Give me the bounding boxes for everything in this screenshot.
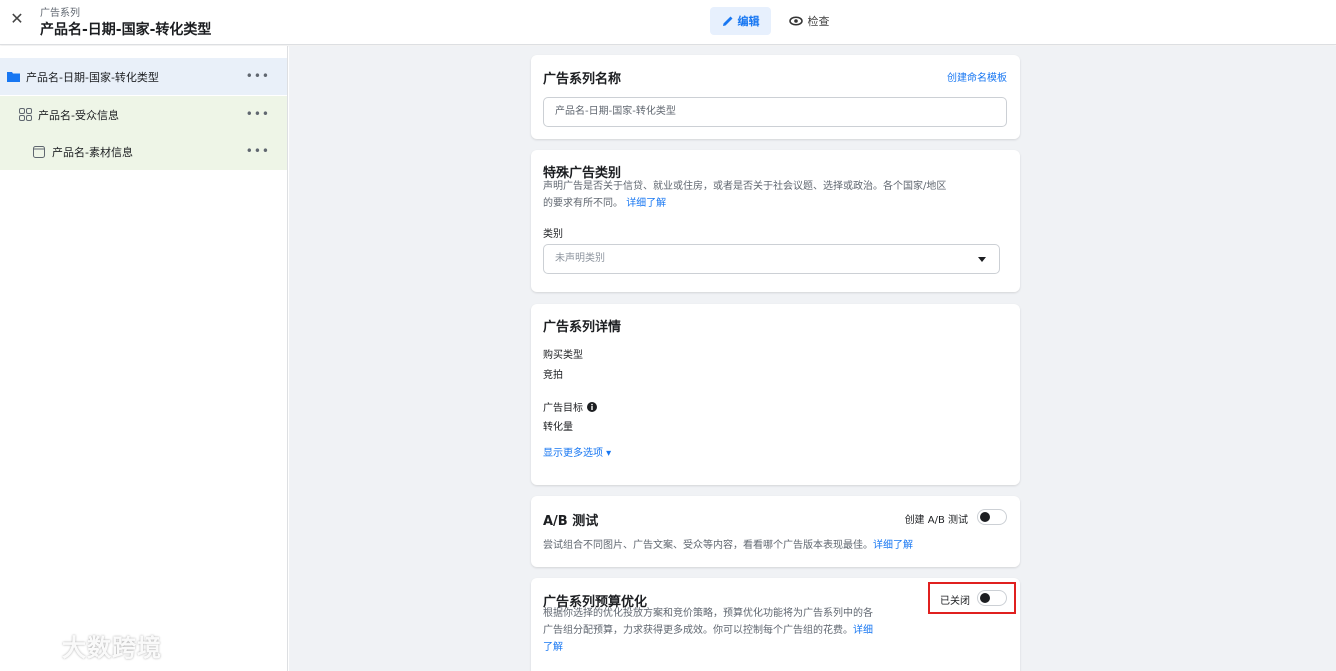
campaign-name-card: 广告系列名称 创建命名模板 产品名-日期-国家-转化类型 bbox=[531, 55, 1020, 139]
sidebar-item-label: 产品名-受众信息 bbox=[38, 108, 119, 122]
chevron-down-icon bbox=[978, 257, 986, 262]
sidebar-item-ad[interactable]: 产品名-素材信息 ••• bbox=[0, 133, 287, 170]
highlight-annotation bbox=[928, 582, 1016, 614]
ad-icon bbox=[32, 145, 46, 159]
more-icon[interactable]: ••• bbox=[246, 107, 270, 121]
logo-icon bbox=[13, 633, 52, 658]
learn-more-link[interactable]: 详细了解 bbox=[626, 198, 666, 209]
ab-test-description: 尝试组合不同图片、广告文案、受众等内容，看看哪个广告版本表现最佳。详细了解 bbox=[543, 540, 913, 551]
page-title: 产品名-日期-国家-转化类型 bbox=[40, 22, 212, 38]
budget-opt-description: 根据你选择的优化投放方案和竞价策略，预算优化功能将为广告系列中的各 广告组分配预… bbox=[543, 605, 933, 656]
card-title: 广告系列详情 bbox=[543, 320, 622, 335]
ab-test-toggle[interactable] bbox=[977, 509, 1007, 525]
buy-type-label: 购买类型 bbox=[543, 350, 583, 361]
ab-test-toggle-label: 创建 A/B 测试 bbox=[904, 515, 968, 526]
folder-icon bbox=[6, 70, 20, 84]
top-bar: ✕ 广告系列 产品名-日期-国家-转化类型 编辑 检查 bbox=[0, 0, 1336, 45]
tab-review-label: 检查 bbox=[807, 15, 830, 28]
special-category-description: 声明广告是否关于信贷、就业或住房，或者是否关于社会议题、选择或政治。各个国家/地… bbox=[543, 181, 947, 209]
campaign-name-input[interactable]: 产品名-日期-国家-转化类型 bbox=[543, 97, 1007, 127]
objective-label: 广告目标 bbox=[543, 399, 597, 414]
eye-icon bbox=[788, 16, 803, 26]
learn-more-link[interactable]: 详细了解 bbox=[873, 540, 913, 551]
watermark-text: 大数跨境 bbox=[62, 634, 162, 662]
close-icon[interactable]: ✕ bbox=[9, 10, 25, 28]
grid-icon bbox=[18, 108, 32, 122]
buy-type-value: 竞拍 bbox=[543, 370, 563, 381]
category-label: 类别 bbox=[543, 229, 563, 240]
more-icon[interactable]: ••• bbox=[246, 144, 270, 158]
sidebar-item-label: 产品名-素材信息 bbox=[52, 145, 133, 159]
sidebar: 产品名-日期-国家-转化类型 ••• 产品名-受众信息 ••• 产品名-素材信息… bbox=[0, 46, 288, 671]
breadcrumb: 广告系列 bbox=[40, 8, 80, 19]
sidebar-item-campaign[interactable]: 产品名-日期-国家-转化类型 ••• bbox=[0, 58, 287, 95]
pencil-icon bbox=[722, 16, 732, 26]
ab-test-card: A/B 测试 创建 A/B 测试 尝试组合不同图片、广告文案、受众等内容，看看哪… bbox=[531, 496, 1020, 567]
more-icon[interactable]: ••• bbox=[246, 69, 270, 83]
create-naming-template-link[interactable]: 创建命名模板 bbox=[947, 69, 1007, 84]
sidebar-item-adset[interactable]: 产品名-受众信息 ••• bbox=[0, 96, 287, 133]
watermark-logo: 大数跨境 bbox=[12, 628, 162, 663]
card-title: A/B 测试 bbox=[543, 514, 599, 529]
tab-edit-label: 编辑 bbox=[737, 15, 760, 28]
objective-value: 转化量 bbox=[543, 422, 573, 433]
toggle-knob bbox=[980, 512, 990, 522]
show-more-options-link[interactable]: 显示更多选项 ▾ bbox=[543, 444, 611, 459]
learn-more-link[interactable]: 详细 bbox=[853, 625, 873, 636]
campaign-details-card: 广告系列详情 购买类型 竞拍 广告目标 转化量 显示更多选项 ▾ bbox=[531, 304, 1020, 485]
learn-more-link-cont[interactable]: 了解 bbox=[543, 639, 933, 656]
sidebar-item-label: 产品名-日期-国家-转化类型 bbox=[26, 70, 159, 84]
tab-edit[interactable]: 编辑 bbox=[710, 7, 771, 35]
special-category-card: 特殊广告类别 声明广告是否关于信贷、就业或住房，或者是否关于社会议题、选择或政治… bbox=[531, 150, 1020, 292]
tab-review[interactable]: 检查 bbox=[781, 7, 837, 35]
info-icon[interactable] bbox=[587, 401, 597, 412]
card-title: 广告系列名称 bbox=[543, 72, 622, 87]
category-select[interactable]: 未声明类别 bbox=[543, 244, 1000, 274]
